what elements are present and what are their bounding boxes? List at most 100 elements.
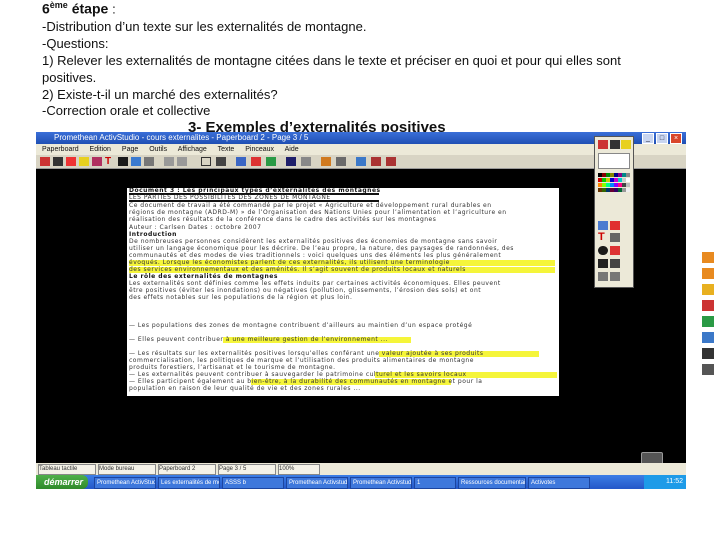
doc-line: population en raison de leur qualité de …	[129, 385, 361, 392]
menu-texte[interactable]: Texte	[218, 146, 235, 153]
palette-clear-icon[interactable]	[610, 233, 620, 242]
marker-icon[interactable]	[66, 157, 76, 166]
camera-icon[interactable]	[266, 157, 276, 166]
window-title: Promethean ActivStudio - cours externali…	[54, 133, 309, 142]
palette-spotlight-icon[interactable]	[598, 259, 608, 268]
side-browser-icon[interactable]	[702, 332, 714, 343]
taskbar-item[interactable]: Ressources documentaires...	[458, 477, 526, 489]
palette-camera-icon[interactable]	[610, 246, 620, 255]
taskbar-item[interactable]: Promethean ActivStudio	[94, 477, 156, 489]
menu-paperboard[interactable]: Paperboard	[42, 146, 79, 153]
text-line-correction: -Correction orale et collective	[42, 103, 211, 118]
palette-reveal-icon[interactable]	[610, 259, 620, 268]
window-titlebar[interactable]: Promethean ActivStudio - cours externali…	[36, 132, 686, 144]
document-page: Document 3 : Les principaux types d’exte…	[127, 188, 559, 396]
palette-highlighter-icon[interactable]	[621, 140, 631, 149]
side-refresh-icon[interactable]	[702, 300, 714, 311]
text-line-question-1-cont: positives.	[42, 70, 97, 85]
menu-edition[interactable]: Edition	[90, 146, 111, 153]
palette-pen-icon[interactable]	[598, 140, 608, 149]
system-tray[interactable]: 11:52	[644, 475, 686, 489]
page-next-icon[interactable]	[386, 157, 396, 166]
start-button[interactable]: démarrer	[36, 475, 88, 489]
status-cell: 100%	[278, 464, 320, 475]
side-flipchart-icon[interactable]	[702, 316, 714, 327]
text-line-question-2: 2) Existe-t-il un marché des externalité…	[42, 87, 278, 102]
rectangle-icon[interactable]	[201, 157, 211, 166]
palette-select-icon[interactable]	[598, 221, 608, 230]
text-tool-icon[interactable]: T	[105, 157, 115, 167]
step-colon: :	[112, 1, 116, 17]
redo-icon[interactable]	[177, 157, 187, 166]
palette-undo-icon[interactable]	[598, 272, 608, 281]
taskbar-item[interactable]: ASSS b	[222, 477, 284, 489]
record-icon[interactable]	[251, 157, 261, 166]
menu-bar: Paperboard Edition Page Outils Affichage…	[36, 144, 686, 155]
close-icon[interactable]: ×	[670, 133, 682, 144]
clock-icon[interactable]	[321, 157, 331, 166]
clock: 11:52	[666, 478, 683, 485]
palette-text-icon[interactable]: T	[598, 232, 608, 243]
calculator-icon[interactable]	[336, 157, 346, 166]
palette-redo-icon[interactable]	[610, 272, 620, 281]
tool-palette[interactable]: T	[594, 136, 634, 288]
select-tool-icon[interactable]	[144, 157, 154, 166]
menu-pinceaux[interactable]: Pinceaux	[245, 146, 274, 153]
palette-pencil-icon[interactable]	[610, 140, 620, 149]
taskbar-item[interactable]: Activotes	[528, 477, 590, 489]
side-arrow-left-icon[interactable]	[702, 268, 714, 279]
text-line-distribution: -Distribution d’un texte sur les externa…	[42, 19, 367, 34]
doc-line: — Elles peuvent contribuer à une meilleu…	[129, 336, 388, 343]
taskbar: démarrer Promethean ActivStudio Les exte…	[36, 475, 686, 489]
color-swatch[interactable]	[626, 178, 630, 182]
page-prev-icon[interactable]	[371, 157, 381, 166]
shape-tool-icon[interactable]	[131, 157, 141, 166]
color-swatch[interactable]	[626, 173, 630, 177]
pen-icon[interactable]	[40, 157, 50, 166]
taskbar-item[interactable]: Promethean Activstudio	[350, 477, 412, 489]
doc-line: réalisation des résultats de la conféren…	[129, 216, 437, 223]
taskbar-item[interactable]: 1	[414, 477, 456, 489]
spotlight-icon[interactable]	[286, 157, 296, 166]
menu-outils[interactable]: Outils	[149, 146, 167, 153]
doc-line: des effets notables sur les populations …	[129, 294, 353, 301]
side-tools-icon[interactable]	[702, 348, 714, 359]
status-cell: Mode bureau	[98, 464, 156, 475]
toolbar: T	[36, 155, 686, 169]
pencil-icon[interactable]	[53, 157, 63, 166]
taskbar-item[interactable]: Les externalités de mon...	[158, 477, 220, 489]
step-heading: 6ème étape :	[42, 0, 116, 17]
text-line-question-1: 1) Relever les externalités de montagne …	[42, 53, 621, 68]
menu-affichage[interactable]: Affichage	[178, 146, 207, 153]
app-window: Promethean ActivStudio - cours externali…	[36, 132, 714, 489]
window-controls: _ □ ×	[642, 133, 682, 144]
undo-icon[interactable]	[164, 157, 174, 166]
minimize-icon[interactable]: _	[642, 133, 654, 144]
side-arrow-right-icon[interactable]	[702, 252, 714, 263]
menu-aide[interactable]: Aide	[285, 146, 299, 153]
status-bar: Tableau tactile Mode bureau Paperboard 2…	[36, 463, 686, 475]
status-cell: Page 3 / 5	[218, 464, 276, 475]
highlighter-icon[interactable]	[79, 157, 89, 166]
palette-circle-icon[interactable]	[598, 246, 608, 255]
menu-page[interactable]: Page	[122, 146, 138, 153]
image-icon[interactable]	[236, 157, 246, 166]
eraser-icon[interactable]	[92, 157, 102, 166]
color-swatch[interactable]	[626, 183, 630, 187]
line-tool-icon[interactable]	[118, 157, 128, 166]
palette-fill-icon[interactable]	[610, 221, 620, 230]
palette-preview	[598, 153, 630, 169]
status-cell: Paperboard 2	[158, 464, 216, 475]
zoom-icon[interactable]	[356, 157, 366, 166]
reveal-icon[interactable]	[301, 157, 311, 166]
side-pages-icon[interactable]	[702, 364, 714, 375]
text-line-questions: -Questions:	[42, 36, 109, 51]
taskbar-item[interactable]: Promethean Activstudio...	[286, 477, 348, 489]
maximize-icon[interactable]: □	[656, 133, 668, 144]
side-folder-icon[interactable]	[702, 284, 714, 295]
doc-line: LES PARTIES DES POSSIBILITÉS DES ZONES D…	[129, 194, 331, 201]
grid-icon[interactable]	[216, 157, 226, 166]
color-swatch[interactable]	[626, 188, 630, 192]
step-number: 6	[42, 0, 50, 17]
doc-line: — Les populations des zones de montagne …	[129, 322, 473, 329]
